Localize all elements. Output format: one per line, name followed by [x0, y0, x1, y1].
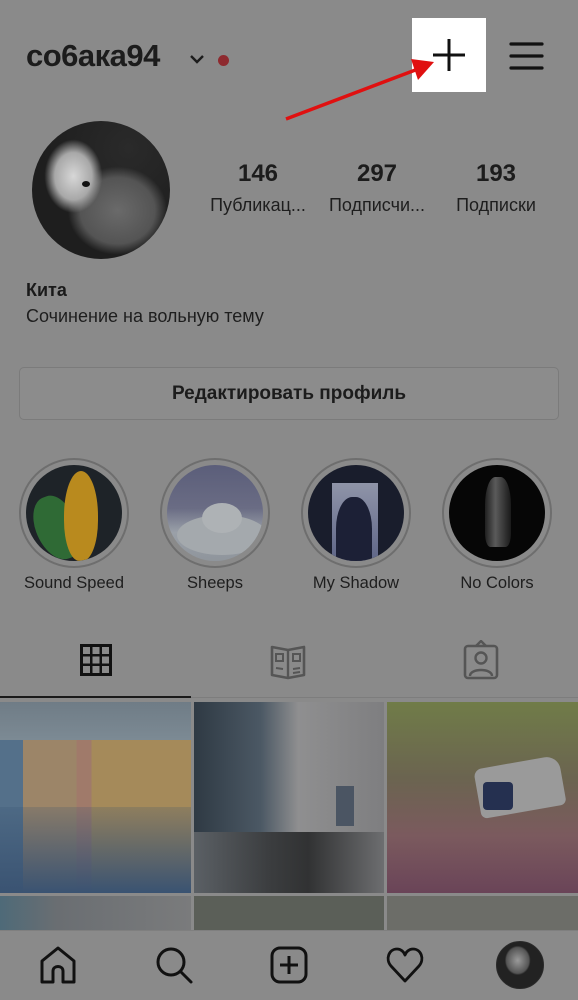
grid-icon[interactable]	[76, 640, 116, 680]
following-count: 193	[475, 160, 517, 187]
highlight-label: My Shadow	[312, 574, 400, 592]
stat-posts[interactable]: 146 Публикац...	[203, 160, 313, 216]
highlight-my-shadow[interactable]: My Shadow	[301, 458, 411, 593]
post-thumbnail[interactable]	[0, 896, 191, 930]
avatar-eye	[82, 181, 90, 187]
post-thumbnail[interactable]	[194, 702, 384, 893]
highlight-sheeps[interactable]: Sheeps	[160, 458, 270, 593]
highlight-label: Sound Speed	[23, 574, 124, 592]
highlight-ring	[160, 458, 270, 568]
posts-count: 146	[237, 160, 279, 187]
home-icon[interactable]	[37, 944, 79, 986]
followers-label: Подписчи...	[328, 195, 426, 215]
highlight-ring	[301, 458, 411, 568]
bio-text: Сочинение на вольную тему	[26, 306, 264, 326]
username-title[interactable]: со6ака94	[26, 38, 160, 74]
highlight-cover	[449, 465, 545, 561]
highlight-no-colors[interactable]: No Colors	[442, 458, 552, 593]
post-thumbnail[interactable]	[194, 896, 384, 930]
chevron-down-icon[interactable]	[188, 52, 206, 66]
guide-book-icon[interactable]	[268, 640, 308, 680]
profile-avatar[interactable]	[32, 121, 170, 259]
plus-icon	[433, 39, 465, 71]
notification-dot	[218, 55, 229, 66]
hamburger-menu-icon[interactable]	[505, 35, 547, 77]
highlight-ring	[19, 458, 129, 568]
new-post-button[interactable]	[412, 18, 486, 92]
highlight-cover	[26, 465, 122, 561]
add-square-icon[interactable]	[268, 944, 310, 986]
followers-count: 297	[356, 160, 398, 187]
edit-profile-button[interactable]: Редактировать профиль	[19, 367, 559, 420]
highlight-cover	[308, 465, 404, 561]
posts-label: Публикац...	[210, 195, 306, 215]
stat-following[interactable]: 193 Подписки	[441, 160, 551, 216]
following-label: Подписки	[456, 195, 536, 215]
highlight-label: No Colors	[460, 574, 534, 592]
heart-icon[interactable]	[384, 944, 426, 986]
highlight-ring	[442, 458, 552, 568]
post-thumbnail[interactable]	[387, 702, 578, 893]
post-thumbnail[interactable]	[387, 896, 578, 930]
post-thumbnail[interactable]	[0, 702, 191, 893]
highlight-label: Sheeps	[187, 574, 243, 592]
display-name: Кита	[26, 280, 67, 300]
highlight-sound-speed[interactable]: Sound Speed	[19, 458, 129, 593]
search-icon[interactable]	[153, 944, 195, 986]
highlight-cover	[167, 465, 263, 561]
stat-followers[interactable]: 297 Подписчи...	[322, 160, 432, 216]
tagged-person-icon[interactable]	[461, 640, 501, 680]
profile-avatar-icon[interactable]	[496, 941, 544, 989]
active-tab-indicator	[0, 696, 191, 698]
